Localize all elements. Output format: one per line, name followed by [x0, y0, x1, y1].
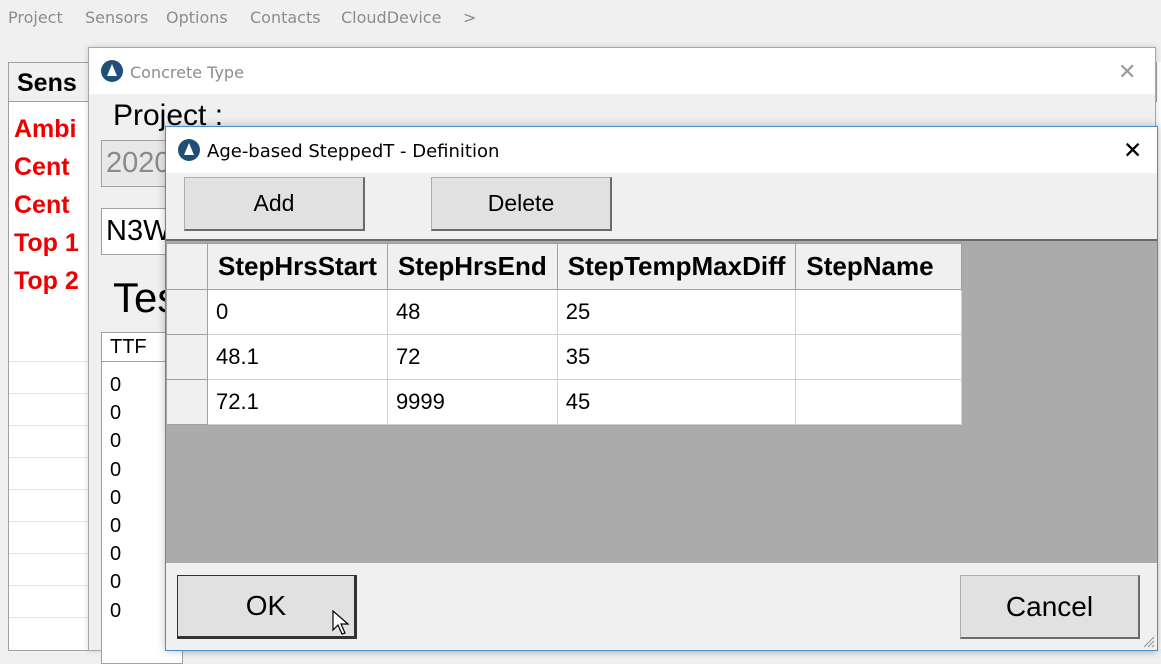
table-cell[interactable]: 72	[386, 334, 558, 380]
ttf-cell[interactable]: 0	[110, 399, 121, 427]
ttf-values: 0 0 0 0 0 0 0 0 0	[110, 371, 121, 625]
sensor-item[interactable]: Top 2	[14, 262, 79, 300]
table-row: 0 48 25	[166, 289, 963, 335]
table-cell[interactable]: 72.1	[207, 379, 388, 425]
menu-contacts[interactable]: Contacts	[250, 8, 321, 27]
sensor-item[interactable]: Cent	[14, 148, 79, 186]
table-cell[interactable]: 25	[556, 289, 797, 335]
app-logo-icon	[101, 60, 123, 82]
row-divider	[9, 361, 91, 362]
column-header[interactable]: StepTempMaxDiff	[556, 243, 797, 290]
sensor-item[interactable]: Cent	[14, 186, 79, 224]
row-divider	[9, 521, 91, 522]
table-cell[interactable]: 35	[556, 334, 797, 380]
sensor-column-header[interactable]: Sens	[9, 63, 91, 102]
close-icon[interactable]: ✕	[1118, 59, 1136, 85]
row-divider	[9, 617, 91, 618]
app-logo-icon	[178, 139, 200, 161]
steps-grid: StepHrsStart StepHrsEnd StepTempMaxDiff …	[166, 239, 1157, 563]
age-based-title: Age-based SteppedT - Definition	[207, 141, 500, 162]
table-cell[interactable]	[795, 379, 963, 425]
menu-bar: Project Sensors Options Contacts CloudDe…	[0, 0, 1161, 36]
concrete-type-titlebar[interactable]: Concrete Type ✕	[89, 48, 1155, 94]
table-cell[interactable]	[795, 334, 963, 380]
table-row: 48.1 72 35	[166, 334, 963, 380]
sensor-list: Ambi Cent Cent Top 1 Top 2	[14, 110, 79, 300]
row-header[interactable]	[166, 334, 208, 380]
age-based-titlebar[interactable]: Age-based SteppedT - Definition ✕	[166, 127, 1157, 173]
sensor-item[interactable]: Top 1	[14, 224, 79, 262]
row-divider	[9, 457, 91, 458]
concrete-field-value: N3W	[106, 215, 171, 247]
table-cell[interactable]: 0	[207, 289, 388, 335]
menu-sensors[interactable]: Sensors	[85, 8, 148, 27]
row-divider	[9, 489, 91, 490]
table-cell[interactable]: 9999	[386, 379, 558, 425]
menu-options[interactable]: Options	[166, 8, 228, 27]
ttf-cell[interactable]: 0	[110, 540, 121, 568]
column-header[interactable]: StepHrsEnd	[386, 243, 558, 290]
age-based-dialog: Age-based SteppedT - Definition ✕ Add De…	[165, 126, 1158, 651]
ok-button[interactable]: OK	[177, 575, 357, 639]
cancel-button[interactable]: Cancel	[960, 575, 1140, 639]
row-divider	[9, 585, 91, 586]
delete-button[interactable]: Delete	[431, 177, 612, 231]
row-header[interactable]	[166, 379, 208, 425]
menu-clouddevice[interactable]: CloudDevice	[341, 8, 441, 27]
ttf-cell[interactable]: 0	[110, 456, 121, 484]
close-icon[interactable]: ✕	[1123, 137, 1142, 164]
table-row: 72.1 9999 45	[166, 379, 963, 425]
resize-grip-icon[interactable]	[1143, 636, 1155, 648]
table-cell[interactable]: 48	[386, 289, 558, 335]
steps-table: StepHrsStart StepHrsEnd StepTempMaxDiff …	[166, 243, 963, 425]
row-divider	[9, 425, 91, 426]
row-header[interactable]	[166, 289, 208, 335]
project-field-value: 2020	[106, 147, 171, 179]
table-header-row: StepHrsStart StepHrsEnd StepTempMaxDiff …	[166, 243, 963, 290]
row-divider	[9, 553, 91, 554]
concrete-type-title: Concrete Type	[130, 63, 244, 82]
ttf-header-label: TTF	[110, 336, 147, 358]
ttf-cell[interactable]: 0	[110, 568, 121, 596]
ttf-cell[interactable]: 0	[110, 597, 121, 625]
column-header[interactable]: StepHrsStart	[207, 243, 388, 290]
grid-top-border	[166, 239, 1157, 241]
ttf-cell[interactable]: 0	[110, 484, 121, 512]
ttf-cell[interactable]: 0	[110, 427, 121, 455]
mouse-cursor-icon	[332, 610, 350, 635]
sensor-header-label: Sens	[17, 69, 77, 97]
sensor-item[interactable]: Ambi	[14, 110, 79, 148]
table-cell[interactable]: 45	[556, 379, 797, 425]
table-cell[interactable]	[795, 289, 963, 335]
row-divider	[9, 393, 91, 394]
row-header-corner[interactable]	[166, 243, 208, 290]
menu-project[interactable]: Project	[8, 8, 63, 27]
add-button[interactable]: Add	[184, 177, 365, 231]
ttf-cell[interactable]: 0	[110, 512, 121, 540]
ttf-cell[interactable]: 0	[110, 371, 121, 399]
table-cell[interactable]: 48.1	[207, 334, 388, 380]
column-header[interactable]: StepName	[795, 243, 963, 290]
menu-more[interactable]: >	[463, 8, 476, 27]
